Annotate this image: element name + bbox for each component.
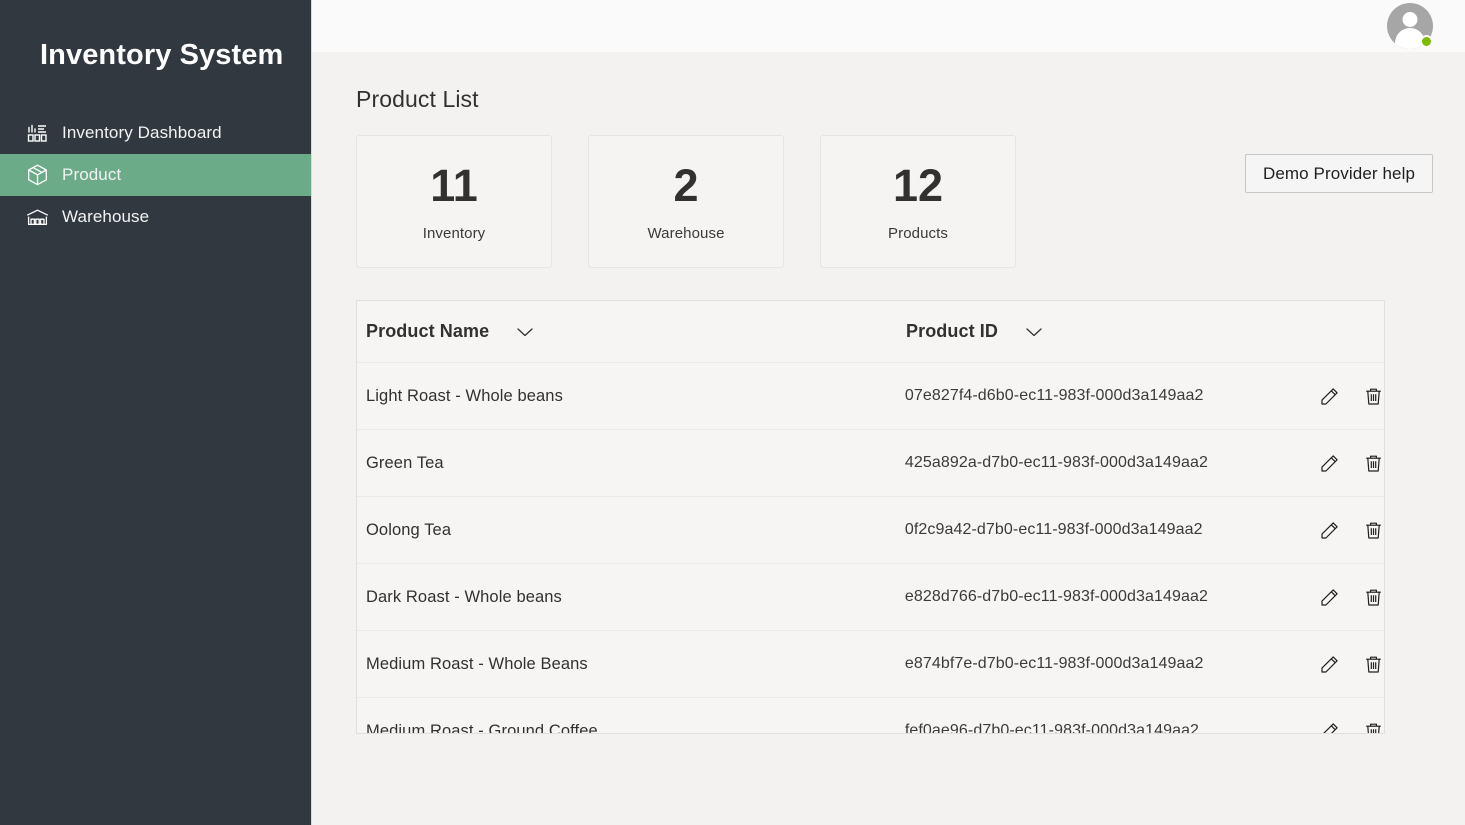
avatar-head-shape: [1403, 12, 1418, 27]
demo-provider-help-button[interactable]: Demo Provider help: [1245, 154, 1433, 193]
top-header-bar: [312, 0, 1465, 52]
stat-card-inventory[interactable]: 11 Inventory: [356, 135, 552, 268]
delete-trash-icon[interactable]: [1362, 586, 1384, 608]
edit-pencil-icon[interactable]: [1318, 586, 1340, 608]
cell-product-id: 425a892a-d7b0-ec11-983f-000d3a149aa2: [905, 454, 1304, 472]
table-row[interactable]: Green Tea 425a892a-d7b0-ec11-983f-000d3a…: [357, 430, 1384, 497]
edit-pencil-icon[interactable]: [1318, 653, 1340, 675]
main-area: Product List Demo Provider help 11 Inven…: [312, 0, 1465, 825]
table-row[interactable]: Medium Roast - Ground Coffee fef0ae96-d7…: [357, 698, 1384, 734]
package-icon: [22, 162, 52, 188]
stat-card-products[interactable]: 12 Products: [820, 135, 1016, 268]
delete-trash-icon[interactable]: [1362, 720, 1384, 734]
delete-trash-icon[interactable]: [1362, 385, 1384, 407]
product-table: Product Name Product ID: [356, 300, 1385, 734]
avatar[interactable]: [1387, 3, 1433, 49]
cell-product-id: fef0ae96-d7b0-ec11-983f-000d3a149aa2: [905, 722, 1304, 734]
row-actions: [1304, 720, 1384, 734]
app-brand-title: Inventory System: [0, 0, 311, 72]
page-title: Product List: [356, 86, 1465, 113]
chevron-down-icon[interactable]: [1024, 322, 1044, 342]
delete-trash-icon[interactable]: [1362, 452, 1384, 474]
app-root: Inventory System Inventory Dashboard: [0, 0, 1465, 825]
chevron-down-icon[interactable]: [515, 322, 535, 342]
table-row[interactable]: Light Roast - Whole beans 07e827f4-d6b0-…: [357, 363, 1384, 430]
table-row[interactable]: Dark Roast - Whole beans e828d766-d7b0-e…: [357, 564, 1384, 631]
cell-product-name: Oolong Tea: [366, 521, 905, 540]
sidebar: Inventory System Inventory Dashboard: [0, 0, 312, 825]
dashboard-icon: [22, 120, 52, 146]
row-actions: [1304, 519, 1384, 541]
sidebar-item-inventory-dashboard[interactable]: Inventory Dashboard: [0, 112, 311, 154]
stat-value: 2: [673, 161, 698, 211]
row-actions: [1304, 586, 1384, 608]
column-header-product-id[interactable]: Product ID: [906, 321, 1306, 342]
delete-trash-icon[interactable]: [1362, 519, 1384, 541]
cell-product-name: Medium Roast - Ground Coffee: [366, 722, 905, 735]
table-row[interactable]: Medium Roast - Whole Beans e874bf7e-d7b0…: [357, 631, 1384, 698]
table-row[interactable]: Oolong Tea 0f2c9a42-d7b0-ec11-983f-000d3…: [357, 497, 1384, 564]
column-header-product-name[interactable]: Product Name: [366, 321, 906, 342]
cell-product-id: 0f2c9a42-d7b0-ec11-983f-000d3a149aa2: [905, 521, 1304, 539]
stat-value: 12: [893, 161, 943, 211]
sidebar-item-label: Product: [62, 164, 121, 186]
stat-label: Products: [888, 225, 948, 242]
delete-trash-icon[interactable]: [1362, 653, 1384, 675]
sidebar-item-warehouse[interactable]: Warehouse: [0, 196, 311, 238]
table-header-row: Product Name Product ID: [357, 301, 1384, 363]
cell-product-id: e828d766-d7b0-ec11-983f-000d3a149aa2: [905, 588, 1304, 606]
cell-product-name: Medium Roast - Whole Beans: [366, 655, 905, 674]
column-header-label: Product ID: [906, 321, 998, 342]
cell-product-name: Light Roast - Whole beans: [366, 387, 905, 406]
cell-product-name: Dark Roast - Whole beans: [366, 588, 905, 607]
stat-label: Warehouse: [647, 225, 724, 242]
row-actions: [1304, 452, 1384, 474]
warehouse-icon: [22, 204, 52, 230]
stat-card-warehouse[interactable]: 2 Warehouse: [588, 135, 784, 268]
row-actions: [1304, 653, 1384, 675]
column-header-label: Product Name: [366, 321, 489, 342]
edit-pencil-icon[interactable]: [1318, 385, 1340, 407]
sidebar-item-label: Inventory Dashboard: [62, 122, 222, 144]
sidebar-item-label: Warehouse: [62, 206, 149, 228]
presence-status-icon: [1420, 35, 1433, 48]
cell-product-id: 07e827f4-d6b0-ec11-983f-000d3a149aa2: [905, 387, 1304, 405]
stat-label: Inventory: [423, 225, 486, 242]
stat-value: 11: [430, 161, 478, 211]
edit-pencil-icon[interactable]: [1318, 452, 1340, 474]
edit-pencil-icon[interactable]: [1318, 720, 1340, 734]
cell-product-id: e874bf7e-d7b0-ec11-983f-000d3a149aa2: [905, 655, 1304, 673]
edit-pencil-icon[interactable]: [1318, 519, 1340, 541]
row-actions: [1304, 385, 1384, 407]
sidebar-nav: Inventory Dashboard Product: [0, 112, 311, 238]
page-content: Product List Demo Provider help 11 Inven…: [312, 86, 1465, 734]
sidebar-item-product[interactable]: Product: [0, 154, 311, 196]
cell-product-name: Green Tea: [366, 454, 905, 473]
